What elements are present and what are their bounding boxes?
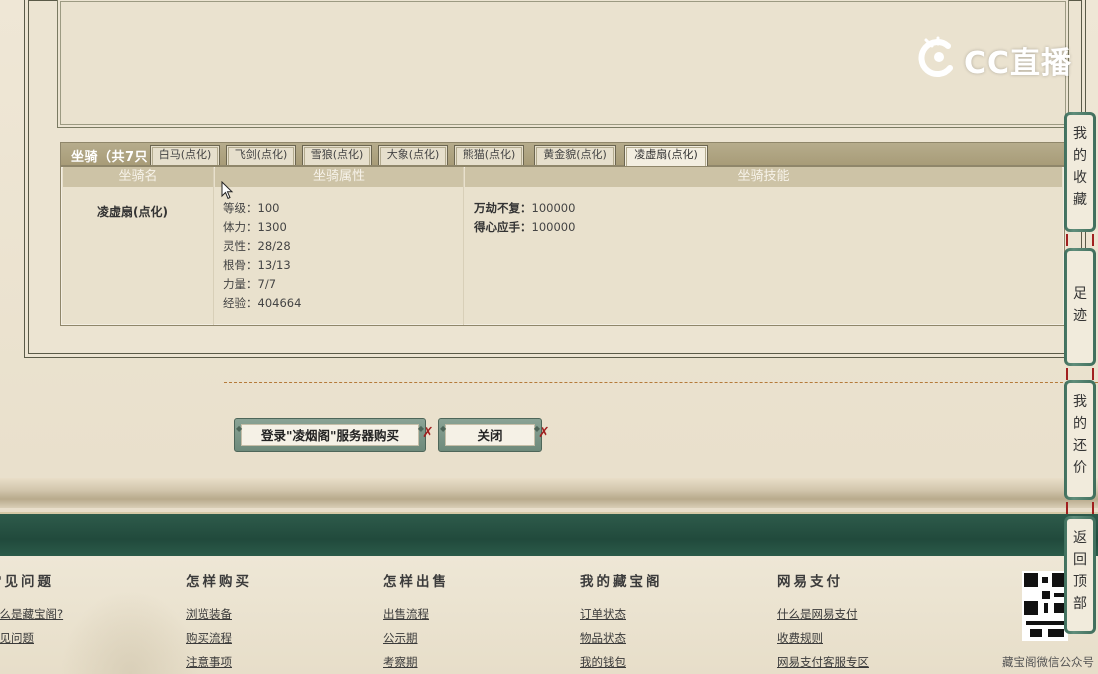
- column-header-skills: 坐骑技能: [465, 167, 1062, 187]
- tab-mount-0[interactable]: 白马(点化): [150, 145, 220, 165]
- skill-name: 万劫不复：: [474, 201, 532, 215]
- footer-column-title: 我的藏宝阁: [580, 574, 663, 590]
- footer-link[interactable]: 注意事项: [186, 650, 252, 674]
- side-tab-char: 我: [1073, 394, 1087, 410]
- side-tab-char: 的: [1073, 416, 1087, 432]
- qr-caption: 藏宝阁微信公众号: [1002, 655, 1094, 669]
- footer-link[interactable]: 订单状态: [580, 602, 663, 626]
- footer-link[interactable]: 物品状态: [580, 626, 663, 650]
- side-tab-connector: [1066, 368, 1094, 380]
- footer-link[interactable]: 网易支付客服专区: [777, 650, 869, 674]
- column-header-name: 坐骑名: [63, 167, 213, 187]
- mount-name: 凌虚扇(点化): [97, 205, 168, 219]
- tassel-icon: ✗: [422, 425, 434, 441]
- footer-link[interactable]: 什么是网易支付: [777, 602, 869, 626]
- attr-strength: 力量：7/7: [223, 277, 277, 291]
- side-tab-char: 的: [1073, 148, 1087, 164]
- side-tab-char: 收: [1073, 170, 1087, 186]
- footer-link[interactable]: 常见问题: [0, 626, 63, 650]
- side-tab-connector: [1066, 502, 1094, 514]
- side-tab-char: 顶: [1073, 574, 1087, 590]
- footer-column-netease-pay: 网易支付 什么是网易支付 收费规则 网易支付客服专区: [777, 570, 869, 674]
- close-button-label: 关闭: [440, 418, 540, 446]
- qr-code-icon: [1022, 571, 1068, 641]
- side-tab-back-to-top[interactable]: 返 回 顶 部: [1064, 516, 1096, 634]
- watermark-text: CC直播: [964, 46, 1073, 81]
- tassel-icon: ✗: [538, 425, 550, 441]
- tab-mount-4[interactable]: 熊猫(点化): [454, 145, 524, 165]
- pagoda-illustration: [60, 590, 200, 674]
- skill-row: 得心应手：100000: [474, 218, 575, 237]
- skill-value: 100000: [531, 201, 576, 215]
- login-buy-button-label: 登录"凌烟阁"服务器购买: [236, 418, 424, 446]
- dashed-divider: [224, 382, 1098, 383]
- footer-column-how-to-buy: 怎样购买 浏览装备 购买流程 注意事项: [186, 570, 252, 674]
- side-tab-history[interactable]: 足 迹: [1064, 248, 1096, 366]
- tab-mount-1[interactable]: 飞剑(点化): [226, 145, 296, 165]
- footer-column-title: 常见问题: [0, 574, 54, 590]
- side-tab-char: 返: [1073, 530, 1087, 546]
- attr-experience: 经验：404664: [223, 296, 302, 310]
- side-tab-my-counteroffers[interactable]: 我 的 还 价: [1064, 380, 1096, 500]
- side-tab-connector: [1066, 234, 1094, 246]
- cc-live-logo-icon: [918, 36, 953, 78]
- footer-link[interactable]: 考察期: [383, 650, 449, 674]
- attr-level: 等级：100: [223, 201, 280, 215]
- footer-link[interactable]: 浏览装备: [186, 602, 252, 626]
- column-divider: [463, 167, 464, 325]
- side-tab-char: 足: [1073, 286, 1087, 302]
- side-tab-char: 部: [1073, 596, 1087, 612]
- footer-green-band: [0, 512, 1098, 556]
- mount-details-table: 坐骑名 坐骑属性 坐骑技能 凌虚扇(点化) 等级：100 体力：1300 灵性：…: [60, 166, 1065, 326]
- footer-link[interactable]: 出售流程: [383, 602, 449, 626]
- tab-mount-5[interactable]: 黄金貌(点化): [534, 145, 616, 165]
- footer-link[interactable]: 公示期: [383, 626, 449, 650]
- attr-spirit: 灵性：28/28: [223, 239, 291, 253]
- mount-skill-list: 万劫不复：100000 得心应手：100000: [474, 199, 575, 237]
- attr-bone: 根骨：13/13: [223, 258, 291, 272]
- mounts-title: 坐骑（共7只: [71, 150, 149, 165]
- skill-value: 100000: [531, 220, 576, 234]
- tab-mount-3[interactable]: 大象(点化): [378, 145, 448, 165]
- column-divider: [213, 167, 214, 325]
- footer-link[interactable]: 什么是藏宝阁?: [0, 602, 63, 626]
- login-buy-button[interactable]: 登录"凌烟阁"服务器购买: [234, 418, 426, 452]
- footer-link[interactable]: 购买流程: [186, 626, 252, 650]
- footer-column-title: 怎样出售: [383, 574, 449, 590]
- footer-column-my-cbg: 我的藏宝阁 订单状态 物品状态 我的钱包: [580, 570, 663, 674]
- footer-link[interactable]: 收费规则: [777, 626, 869, 650]
- side-tab-char: 迹: [1073, 308, 1087, 324]
- side-tab-char: 价: [1073, 460, 1087, 476]
- attr-stamina: 体力：1300: [223, 220, 287, 234]
- footer-column-faq: 常见问题 什么是藏宝阁? 常见问题: [0, 570, 63, 650]
- mount-attribute-list: 等级：100 体力：1300 灵性：28/28 根骨：13/13 力量：7/7 …: [223, 199, 301, 313]
- mounts-tabbar: 坐骑（共7只 白马(点化) 飞剑(点化) 雪狼(点化) 大象(点化) 熊猫(点化…: [60, 142, 1065, 167]
- tab-mount-6-active[interactable]: 凌虚扇(点化): [624, 145, 708, 167]
- column-header-attributes: 坐骑属性: [215, 167, 463, 187]
- side-tab-char: 我: [1073, 126, 1087, 142]
- footer-column-how-to-sell: 怎样出售 出售流程 公示期 考察期: [383, 570, 449, 674]
- decorative-band: [0, 478, 1098, 508]
- close-button[interactable]: 关闭: [438, 418, 542, 452]
- footer-column-title: 怎样购买: [186, 574, 252, 590]
- side-tab-char: 回: [1073, 552, 1087, 568]
- side-tab-char: 藏: [1073, 192, 1087, 208]
- skill-name: 得心应手：: [474, 220, 532, 234]
- mouse-cursor-icon: [221, 181, 234, 200]
- side-tab-favorites[interactable]: 我 的 收 藏: [1064, 112, 1096, 232]
- side-tab-char: 还: [1073, 438, 1087, 454]
- footer-link[interactable]: 我的钱包: [580, 650, 663, 674]
- skill-row: 万劫不复：100000: [474, 199, 575, 218]
- tab-mount-2[interactable]: 雪狼(点化): [302, 145, 372, 165]
- footer-column-title: 网易支付: [777, 574, 843, 590]
